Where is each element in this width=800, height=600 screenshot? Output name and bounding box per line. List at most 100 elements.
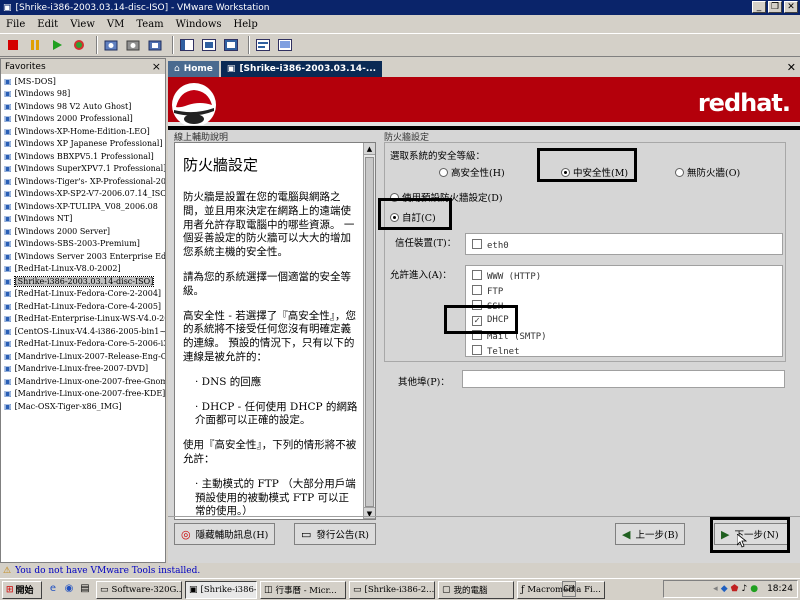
network-icon[interactable]: ◆ <box>721 584 728 594</box>
favorites-item[interactable]: ▣ [CentOS-Linux-V4.4-i386-2005-bin1~ <box>4 325 165 338</box>
reset-icon[interactable] <box>70 36 88 54</box>
favorites-item[interactable]: ▣ [Mandrive-Linux-2007-Release-Eng-C <box>4 350 165 363</box>
tray-clock[interactable]: 18:24 <box>767 584 793 594</box>
favorites-item[interactable]: ▣ [Windows-XP-TULIPA_V08_2006.08 <box>4 200 165 213</box>
taskbar-task[interactable]: ▭ [Shrike-i386-2... <box>349 580 435 599</box>
manage-snapshots-icon[interactable] <box>146 36 164 54</box>
favorites-item[interactable]: ▣ [Windows-Tiger's- XP-Professional-200 <box>4 175 165 188</box>
quick-switch-icon[interactable] <box>200 36 218 54</box>
help-paragraph: 使用『高安全性』，下列的情形將不被允許： <box>183 439 357 465</box>
highlight-box <box>444 305 518 334</box>
level-high-radio[interactable]: 高安全性(H) <box>439 165 505 179</box>
favorites-item[interactable]: ▣ [Windows 2000 Professional] <box>4 113 165 126</box>
hide-help-button[interactable]: ◎ 隱藏輔助訊息(H) <box>174 523 276 545</box>
taskbar-task[interactable]: ◫ 行事曆 - Micr... <box>260 580 346 599</box>
favorites-item[interactable]: ▣ [RedHat-Linux-Fedora-Core-2-2004] <box>4 288 165 301</box>
tray-icon[interactable]: ◂ <box>713 584 718 594</box>
menu-team[interactable]: Team <box>136 19 163 30</box>
favorites-item[interactable]: ▣ [Mandrive-Linux-free-2007-DVD] <box>4 363 165 376</box>
taskbar-task[interactable]: ▣[Shrike-i386-2... <box>185 580 257 599</box>
arrow-left-icon: ◀ <box>622 527 631 541</box>
play-icon[interactable] <box>48 36 66 54</box>
fullscreen-icon[interactable] <box>222 36 240 54</box>
desktop-icon[interactable]: ▤ <box>78 583 92 597</box>
favorites-item[interactable]: ▣ [Windows 2000 Server] <box>4 225 165 238</box>
service-telnet[interactable]: Telnet <box>472 345 520 357</box>
service-ftp[interactable]: FTP <box>472 285 503 297</box>
trusted-eth0[interactable]: eth0 <box>472 239 509 251</box>
console-icon[interactable] <box>276 36 294 54</box>
favorites-item[interactable]: ▣ [Windows 98] <box>4 88 165 101</box>
calendar-icon: ◫ <box>264 584 273 595</box>
checkbox <box>472 345 482 355</box>
favorites-item[interactable]: ▣ [Windows-XP-Home-Edition-LEO] <box>4 125 165 138</box>
menu-view[interactable]: View <box>70 19 95 30</box>
summary-icon[interactable] <box>254 36 272 54</box>
taskbar-task[interactable]: ▭ Software-320G... <box>96 580 182 599</box>
ie-icon[interactable]: e <box>46 583 60 597</box>
sidebar-toggle-icon[interactable] <box>178 36 196 54</box>
shield-icon[interactable]: ⬟ <box>731 584 739 594</box>
minimize-button[interactable]: _ <box>752 1 766 13</box>
menu-vm[interactable]: VM <box>107 19 124 30</box>
menu-windows[interactable]: Windows <box>176 19 222 30</box>
outlook-icon[interactable]: ◉ <box>62 583 76 597</box>
volume-icon[interactable]: ♪ <box>741 584 747 594</box>
service-label: FTP <box>487 287 504 297</box>
favorites-item-label: [Windows 98 V2 Auto Ghost] <box>14 101 132 111</box>
tab-home[interactable]: ⌂ Home <box>168 61 219 77</box>
tab-vm-label: [Shrike-i386-2003.03.14-... <box>239 64 377 74</box>
favorites-item[interactable]: ▣ [RedHat-Linux-Fedora-Core-5-2006-i3 <box>4 338 165 351</box>
start-button[interactable]: ⊞ 開始 <box>2 580 42 599</box>
vm-icon: ▣ <box>4 351 12 361</box>
pause-icon[interactable] <box>26 36 44 54</box>
snapshot-icon[interactable] <box>102 36 120 54</box>
other-ports-input[interactable] <box>462 370 785 388</box>
language-indicator[interactable]: CH <box>562 581 576 597</box>
favorites-item[interactable]: ▣ [Windows-XP-SP2-V7-2006.07.14_ISO <box>4 188 165 201</box>
security-icon[interactable]: ● <box>750 584 758 594</box>
service-www[interactable]: WWW (HTTP) <box>472 270 541 282</box>
back-button[interactable]: ◀ 上一步(B) <box>615 523 686 545</box>
favorites-item[interactable]: ▣ [Windows BBXPV5.1 Professional] <box>4 150 165 163</box>
taskbar-task[interactable]: ▢ 我的電腦 <box>438 580 514 599</box>
favorites-item[interactable]: ▣ [Mac-OSX-Tiger-x86_IMG] <box>4 400 165 413</box>
menu-help[interactable]: Help <box>234 19 258 30</box>
close-button[interactable]: ✕ <box>784 1 798 13</box>
favorites-item[interactable]: ▣ [Mandrive-Linux-one-2007-free-KDE] <box>4 388 165 401</box>
tab-vm[interactable]: ▣ [Shrike-i386-2003.03.14-... <box>220 61 383 77</box>
status-bar: ⚠ You do not have VMware Tools installed… <box>0 563 800 578</box>
help-scrollbar[interactable]: ▲ ▼ <box>363 143 375 519</box>
scroll-up-icon[interactable]: ▲ <box>364 143 375 155</box>
menu-edit[interactable]: Edit <box>37 19 58 30</box>
favorites-item[interactable]: ▣ [Mandrive-Linux-one-2007-free-Gnom <box>4 375 165 388</box>
stop-icon[interactable] <box>4 36 22 54</box>
favorites-item[interactable]: ▣ [RedHat-Enterprise-Linux-WS-V4.0-20 <box>4 313 165 326</box>
favorites-item[interactable]: ▣ [Windows Server 2003 Enterprise Editi <box>4 250 165 263</box>
tab-close-icon[interactable]: ✕ <box>787 61 796 74</box>
favorites-item[interactable]: ▣ [Windows NT] <box>4 213 165 226</box>
vm-icon: ▣ <box>4 264 12 274</box>
level-none-radio[interactable]: 無防火牆(O) <box>675 165 740 179</box>
favorites-item[interactable]: ▣ [RedHat-Linux-Fedora-Core-4-2005] <box>4 300 165 313</box>
revert-icon[interactable] <box>124 36 142 54</box>
taskbar-task[interactable]: ƒ Macromedia Fi... <box>517 580 605 599</box>
vm-console[interactable]: redhat. 線上輔助說明 防火牆設定 防火牆是設置在您的電腦與網路之間，並且… <box>168 77 800 563</box>
favorites-item[interactable]: ▣ [Windows-SBS-2003-Premium] <box>4 238 165 251</box>
vm-icon: ▣ <box>4 76 12 86</box>
vm-icon: ▣ <box>4 301 12 311</box>
favorites-item[interactable]: ▣ [Windows 98 V2 Auto Ghost] <box>4 100 165 113</box>
favorites-item[interactable]: ▣ [Shrike-i386-2003.03.14-disc-ISO] <box>4 275 165 288</box>
favorites-item[interactable]: ▣ [RedHat-Linux-V8.0-2002] <box>4 263 165 276</box>
vm-icon: ▣ <box>4 126 12 136</box>
vm-icon: ▣ <box>4 151 12 161</box>
maximize-button[interactable]: ❐ <box>768 1 782 13</box>
favorites-item[interactable]: ▣ [Windows XP Japanese Professional] <box>4 138 165 151</box>
sidebar-close-icon[interactable]: × <box>152 60 161 73</box>
favorites-item[interactable]: ▣ [Windows SuperXPV7.1 Professional] <box>4 163 165 176</box>
favorites-item[interactable]: ▣ [MS-DOS] <box>4 75 165 88</box>
menu-file[interactable]: File <box>6 19 25 30</box>
release-notes-button[interactable]: ▭ 發行公告(R) <box>294 523 376 545</box>
checkbox <box>472 270 482 280</box>
scroll-thumb[interactable] <box>365 157 374 507</box>
